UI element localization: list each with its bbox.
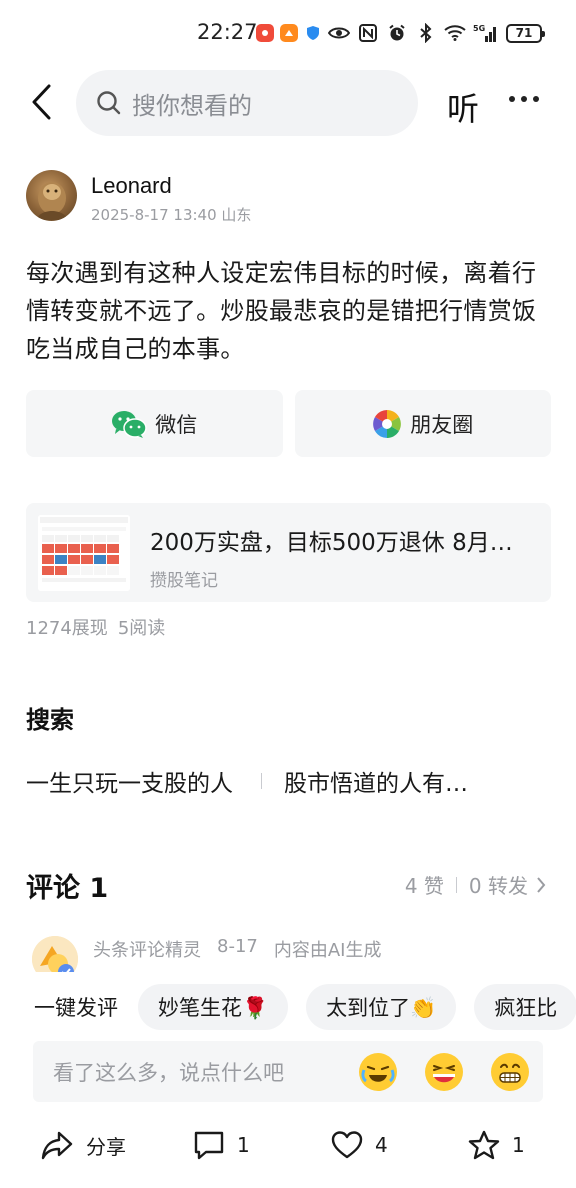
status-time: 22:27	[197, 20, 258, 44]
post-meta: 2025-8-17 13:40 山东	[91, 204, 251, 225]
search-suggestion[interactable]: 股市悟道的人有…	[284, 764, 468, 798]
quick-comment-chip[interactable]: 太到位了👏	[306, 984, 457, 1030]
impressions-count: 1274展现	[26, 618, 108, 639]
laughing-emoji-icon[interactable]	[425, 1052, 463, 1091]
emoji-shortcuts	[359, 1052, 529, 1091]
share-button[interactable]: 分享	[40, 1130, 126, 1160]
article-thumbnail	[38, 515, 130, 591]
status-bar: 22:27 5G 71	[0, 0, 576, 66]
share-wechat-button[interactable]: 微信	[26, 390, 283, 457]
author-avatar[interactable]	[26, 170, 77, 221]
battery-indicator: 71	[506, 23, 545, 43]
likes-count: 4 赞	[404, 874, 444, 898]
reposts-count: 0 转发	[468, 874, 528, 898]
alarm-icon	[386, 22, 408, 44]
chevron-right-icon	[537, 876, 546, 893]
search-suggestions: 一生只玩一支股的人 股市悟道的人有…	[26, 764, 576, 798]
comment-icon	[194, 1131, 224, 1160]
wechat-icon	[112, 410, 147, 438]
bluetooth-icon	[415, 22, 437, 44]
author-name[interactable]: Leonard	[91, 173, 172, 199]
ai-comment-preview[interactable]: 头条评论精灵 8-17 内容由AI生成	[26, 934, 546, 972]
back-arrow-icon	[32, 84, 51, 120]
share-label: 分享	[86, 1134, 126, 1159]
grinning-emoji-icon[interactable]	[491, 1052, 529, 1091]
reads-count: 5阅读	[117, 618, 166, 639]
shield-icon	[304, 24, 322, 42]
post-location: 山东	[221, 206, 252, 224]
ai-comment-meta: 头条评论精灵 8-17 内容由AI生成	[93, 936, 381, 962]
app-notification-icon-orange	[280, 24, 298, 42]
eye-icon	[328, 22, 350, 44]
favorite-button[interactable]: 1	[468, 1130, 525, 1160]
moments-icon	[373, 409, 402, 438]
bottom-action-bar: 分享 1 4 1	[0, 1124, 576, 1174]
crying-laughing-emoji-icon[interactable]	[359, 1052, 397, 1091]
search-icon	[97, 91, 121, 115]
linked-article-title: 200万实盘，目标500万退休 8月…	[150, 530, 513, 556]
author-info: Leonard 2025-8-17 13:40 山东	[26, 170, 546, 225]
search-section-title: 搜索	[26, 706, 74, 734]
comments-title: 评论 1	[26, 873, 109, 904]
share-moments-label: 朋友圈	[410, 412, 474, 437]
listen-button[interactable]: 听	[447, 84, 479, 130]
comment-count: 1	[237, 1133, 250, 1157]
divider	[261, 773, 262, 789]
favorite-count: 1	[512, 1133, 525, 1157]
post-stats: 1274展现 5阅读	[26, 614, 165, 640]
share-wechat-label: 微信	[155, 412, 198, 437]
top-nav: 搜你想看的 听	[0, 70, 576, 136]
share-row: 微信 朋友圈	[26, 390, 551, 457]
comment-input[interactable]: 看了这么多，说点什么吧	[33, 1041, 543, 1102]
ai-comment-author: 头条评论精灵	[93, 940, 201, 961]
app-notification-icon-red	[256, 24, 274, 42]
comment-button[interactable]: 1	[193, 1130, 250, 1160]
more-options-button[interactable]	[509, 96, 539, 102]
quick-comment-row: 一键发评 妙笔生花🌹 太到位了👏 疯狂比	[26, 984, 576, 1030]
share-moments-button[interactable]: 朋友圈	[294, 390, 551, 457]
quick-comment-label: 一键发评	[34, 996, 118, 1020]
like-button[interactable]: 4	[331, 1130, 388, 1160]
quick-comment-chip[interactable]: 妙笔生花🌹	[138, 984, 289, 1030]
divider	[455, 876, 457, 893]
comment-input-placeholder: 看了这么多，说点什么吧	[53, 1060, 284, 1085]
linked-article-source: 攒股笔记	[150, 571, 218, 591]
quick-comment-chip[interactable]: 疯狂比	[474, 984, 576, 1030]
star-icon	[468, 1130, 500, 1160]
svg-text:5G: 5G	[473, 24, 485, 33]
wifi-icon	[444, 22, 466, 44]
status-icons: 5G 71	[328, 22, 545, 44]
search-suggestion[interactable]: 一生只玩一支股的人	[26, 764, 233, 798]
linked-article-card[interactable]: 200万实盘，目标500万退休 8月… 攒股笔记	[26, 503, 551, 602]
ai-comment-note: 内容由AI生成	[273, 940, 382, 961]
heart-icon	[331, 1131, 363, 1159]
nfc-icon	[357, 22, 379, 44]
ai-comment-date: 8-17	[217, 936, 258, 957]
search-placeholder: 搜你想看的	[132, 91, 252, 120]
post-datetime: 2025-8-17 13:40	[91, 206, 217, 224]
comments-stats[interactable]: 4 赞 0 转发	[405, 870, 546, 899]
share-arrow-icon	[41, 1131, 73, 1160]
ai-commenter-avatar	[32, 936, 78, 972]
post-body: 每次遇到有这种人设定宏伟目标的时候，离着行情转变就不远了。炒股最悲哀的是错把行情…	[26, 259, 537, 363]
cellular-signal-icon: 5G	[473, 22, 499, 44]
search-input[interactable]: 搜你想看的	[76, 70, 418, 136]
back-button[interactable]	[22, 82, 62, 122]
like-count: 4	[375, 1133, 388, 1157]
